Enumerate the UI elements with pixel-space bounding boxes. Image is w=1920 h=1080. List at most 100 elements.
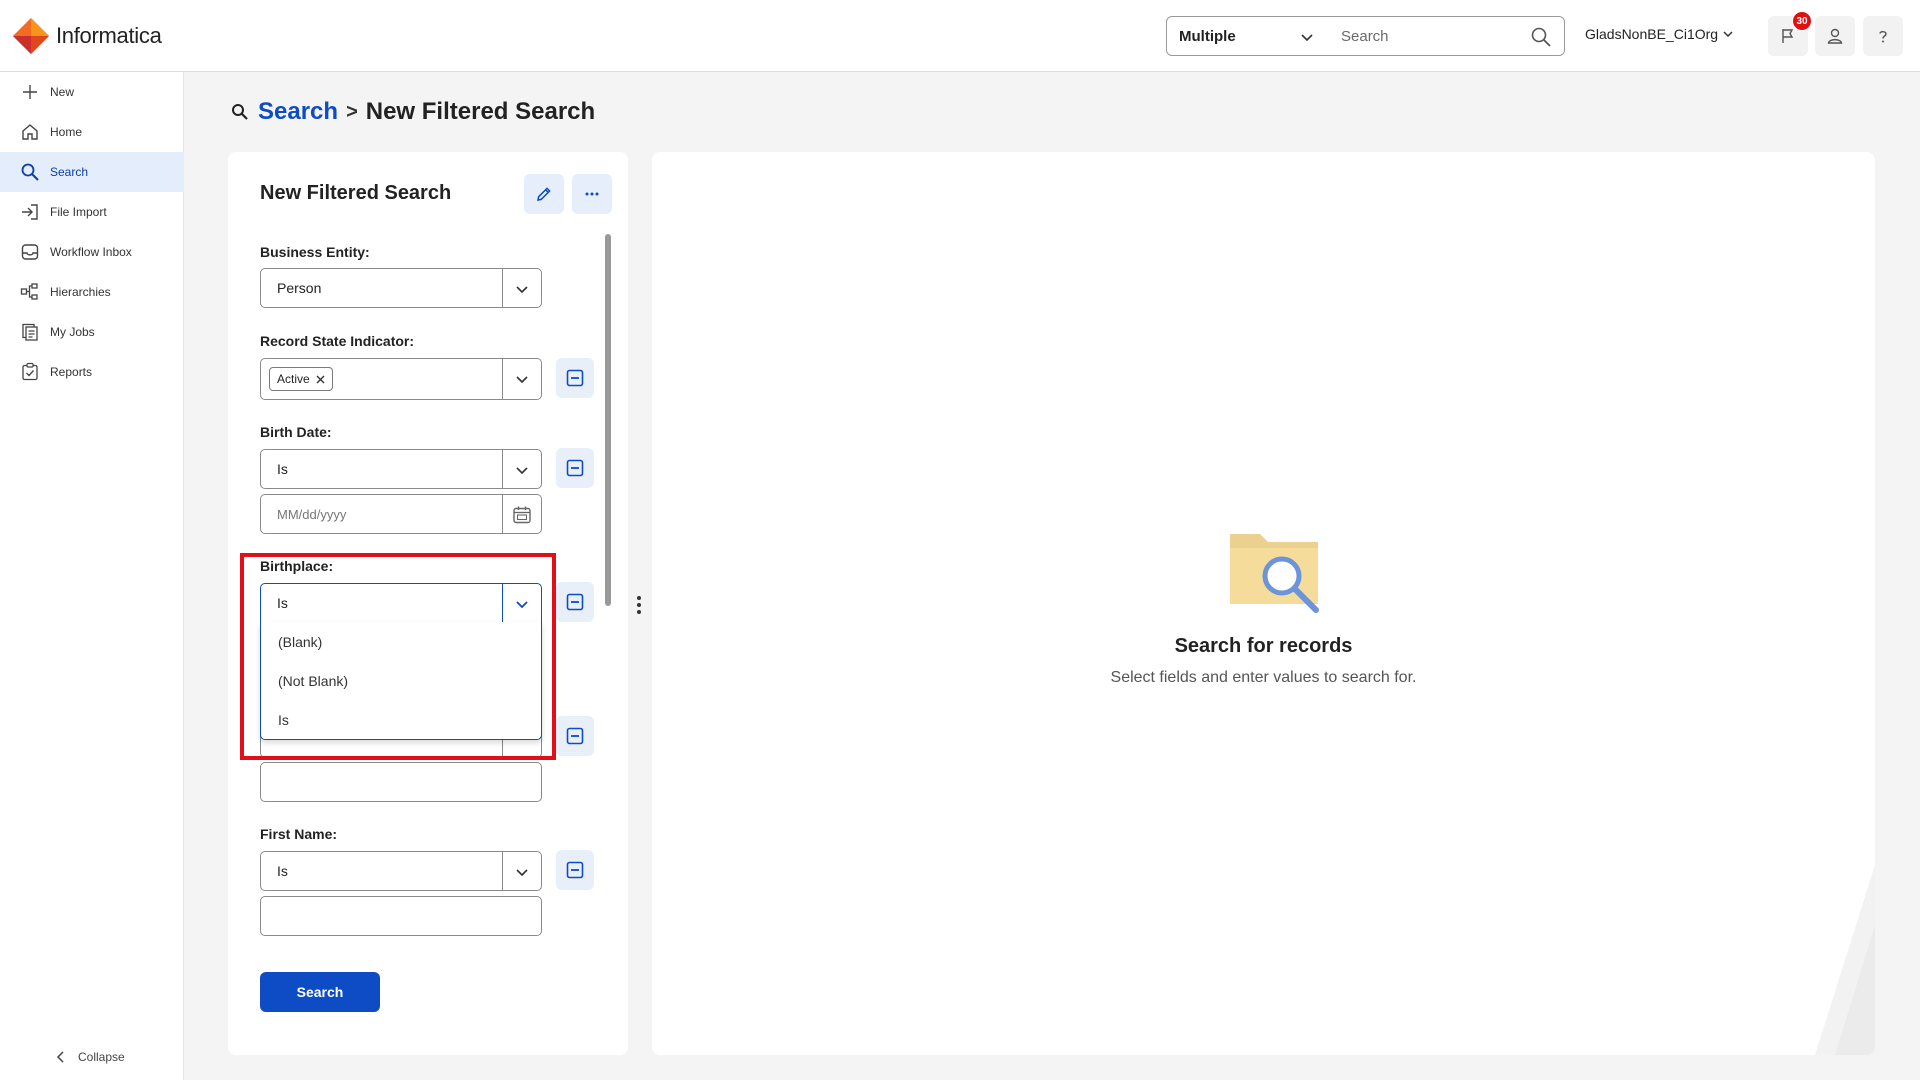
sidebar-item-search[interactable]: Search — [0, 152, 184, 192]
results-panel: Search for records Select fields and ent… — [652, 152, 1875, 1055]
calendar-icon[interactable] — [511, 504, 533, 526]
search-button[interactable]: Search — [260, 972, 380, 1012]
close-icon[interactable] — [316, 375, 325, 384]
logo-text: Informatica — [56, 23, 162, 48]
birthplace-label: Birthplace: — [260, 558, 334, 574]
informatica-logo[interactable]: Informatica — [12, 17, 162, 55]
remove-birthplace-button[interactable] — [556, 582, 594, 622]
empty-state-title: Search for records — [1174, 635, 1353, 657]
record-state-label: Record State Indicator: — [260, 333, 415, 349]
home-icon — [22, 124, 38, 140]
search-icon — [21, 163, 39, 181]
breadcrumb-search-link[interactable]: Search — [258, 98, 338, 126]
page-title: New Filtered Search — [365, 98, 596, 125]
notification-badge: 30 — [1792, 11, 1812, 31]
org-name: GladsNonBE_Ci1Org — [1585, 26, 1719, 42]
sidebar-item-label: Workflow Inbox — [50, 245, 132, 259]
search-icon[interactable] — [1530, 26, 1552, 48]
filter-panel-scrollbar[interactable] — [605, 234, 611, 606]
first-name-label: First Name: — [260, 826, 338, 842]
reports-icon — [22, 362, 38, 381]
user-icon — [1827, 28, 1843, 44]
collapse-sidebar-button[interactable]: Collapse — [56, 1050, 125, 1064]
sidebar-item-reports[interactable]: Reports — [0, 352, 184, 392]
birth-date-placeholder: MM/dd/yyyy — [277, 506, 347, 522]
pencil-icon — [537, 187, 551, 201]
edit-button[interactable] — [524, 174, 564, 214]
minus-square-icon — [566, 861, 584, 879]
breadcrumb: Search > New Filtered Search — [230, 98, 595, 126]
org-selector[interactable]: GladsNonBE_Ci1Org — [1585, 26, 1734, 42]
empty-state-subtitle: Select fields and enter values to search… — [1110, 669, 1417, 686]
remove-birth-date-button[interactable] — [556, 448, 594, 488]
sidebar-item-label: Hierarchies — [50, 285, 111, 299]
remove-record-state-button[interactable] — [556, 358, 594, 398]
minus-square-icon — [566, 727, 584, 745]
filter-panel-title: New Filtered Search — [260, 182, 452, 204]
dropdown-option-is[interactable]: Is — [261, 700, 541, 739]
notifications-button[interactable]: 30 — [1768, 11, 1812, 56]
business-entity-value: Person — [277, 280, 322, 296]
app-header: Informatica Multiple GladsNonBE_Ci1Org 3… — [0, 0, 1920, 72]
help-button[interactable] — [1863, 16, 1903, 56]
user-profile-button[interactable] — [1815, 16, 1855, 56]
birthplace-operator-dropdown: (Blank) (Not Blank) Is — [260, 622, 542, 740]
input-divider — [502, 495, 503, 533]
chevron-down-icon — [516, 376, 528, 384]
remove-obscured-field-button[interactable] — [556, 716, 594, 756]
select-divider — [502, 852, 503, 890]
business-entity-label: Business Entity: — [260, 244, 370, 260]
plus-icon — [23, 85, 37, 99]
splitter-dot — [637, 603, 641, 607]
sidebar-item-label: Search — [50, 165, 89, 179]
birth-date-operator-value: Is — [277, 461, 288, 477]
sidebar-item-file-import[interactable]: File Import — [0, 192, 184, 232]
jobs-icon — [22, 323, 38, 341]
sidebar-item-label: Home — [50, 125, 83, 139]
sidebar: New Home Search File Import Workflow Inb… — [0, 72, 184, 1080]
birth-date-input[interactable]: MM/dd/yyyy — [260, 494, 542, 534]
dropdown-option-blank[interactable]: (Blank) — [261, 622, 541, 661]
record-state-select[interactable]: Active — [260, 358, 542, 400]
select-divider — [502, 584, 503, 622]
birth-date-label: Birth Date: — [260, 424, 332, 440]
search-scope-select[interactable]: Multiple — [1166, 16, 1326, 56]
chevron-down-icon — [516, 286, 528, 294]
sidebar-item-hierarchies[interactable]: Hierarchies — [0, 272, 184, 312]
flag-icon — [1782, 29, 1794, 43]
panel-splitter-handle[interactable] — [637, 596, 641, 614]
business-entity-select[interactable]: Person — [260, 268, 542, 308]
splitter-dot — [637, 610, 641, 614]
minus-square-icon — [566, 459, 584, 477]
sidebar-item-home[interactable]: Home — [0, 112, 184, 152]
global-search-input[interactable] — [1325, 18, 1525, 54]
chevron-down-icon — [1723, 31, 1733, 38]
minus-square-icon — [566, 593, 584, 611]
hierarchy-icon — [20, 283, 38, 300]
chevron-down-icon — [516, 467, 528, 475]
birthplace-operator-select[interactable]: Is — [260, 583, 542, 623]
first-name-input[interactable] — [260, 896, 542, 936]
first-name-operator-select[interactable]: Is — [260, 851, 542, 891]
remove-first-name-button[interactable] — [556, 850, 594, 890]
sidebar-item-label: My Jobs — [50, 325, 95, 339]
sidebar-item-new[interactable]: New — [0, 72, 184, 112]
sidebar-item-workflow-inbox[interactable]: Workflow Inbox — [0, 232, 184, 272]
help-icon — [1879, 30, 1887, 43]
search-icon — [232, 104, 248, 120]
dropdown-option-not-blank[interactable]: (Not Blank) — [261, 661, 541, 700]
chevron-down-icon — [516, 869, 528, 877]
search-scope-value: Multiple — [1179, 27, 1236, 45]
obscured-field-input[interactable] — [260, 762, 542, 802]
select-divider — [502, 359, 503, 399]
minus-square-icon — [566, 369, 584, 387]
sidebar-item-my-jobs[interactable]: My Jobs — [0, 312, 184, 352]
more-options-button[interactable] — [572, 174, 612, 214]
chevron-left-icon — [56, 1051, 64, 1063]
collapse-label: Collapse — [78, 1050, 125, 1064]
folder-search-icon — [1230, 534, 1319, 613]
first-name-operator-value: Is — [277, 863, 288, 879]
birth-date-operator-select[interactable]: Is — [260, 449, 542, 489]
active-chip: Active — [269, 367, 333, 391]
breadcrumb-separator: > — [346, 100, 358, 123]
